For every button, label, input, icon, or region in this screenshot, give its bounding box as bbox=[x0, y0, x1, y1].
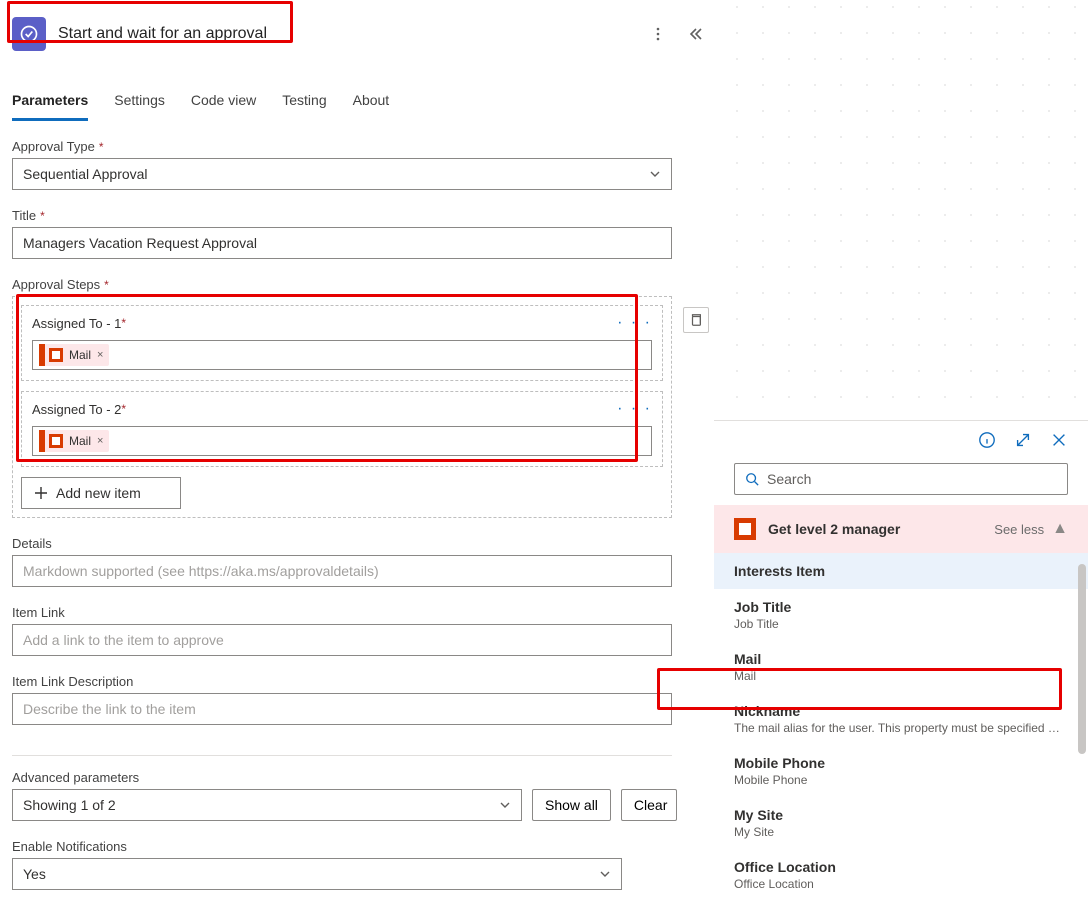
dynamic-item-job-title[interactable]: Job Title Job Title bbox=[714, 589, 1088, 641]
approval-step: Assigned To - 2 * · · · Mail × bbox=[21, 391, 663, 467]
dynamic-content-popover: Search Get level 2 manager See less ▲ In… bbox=[714, 420, 1088, 917]
dynamic-item-desc: Mail bbox=[734, 669, 1068, 683]
dynamic-item-desc: My Site bbox=[734, 825, 1068, 839]
details-input[interactable]: Markdown supported (see https://aka.ms/a… bbox=[12, 555, 672, 587]
assigned-to-input[interactable]: Mail × bbox=[32, 340, 652, 370]
expand-icon[interactable] bbox=[1014, 431, 1032, 449]
caret-up-icon: ▲ bbox=[1052, 520, 1068, 538]
dynamic-item-my-site[interactable]: My Site My Site bbox=[714, 797, 1088, 849]
approval-type-value: Sequential Approval bbox=[23, 166, 148, 182]
office-icon bbox=[49, 348, 63, 362]
chevron-down-icon bbox=[499, 799, 511, 811]
details-placeholder: Markdown supported (see https://aka.ms/a… bbox=[23, 563, 379, 579]
approval-steps-label: Approval Steps bbox=[12, 277, 100, 292]
item-link-desc-input[interactable]: Describe the link to the item bbox=[12, 693, 672, 725]
item-link-input[interactable]: Add a link to the item to approve bbox=[12, 624, 672, 656]
enable-notifications-select[interactable]: Yes bbox=[12, 858, 622, 890]
tab-testing[interactable]: Testing bbox=[282, 86, 326, 121]
step-label: Assigned To - 2 bbox=[32, 402, 121, 417]
info-icon[interactable] bbox=[978, 431, 996, 449]
action-icon bbox=[12, 17, 46, 51]
assigned-to-input[interactable]: Mail × bbox=[32, 426, 652, 456]
dynamic-item-name: Job Title bbox=[734, 599, 1068, 615]
enable-notifications-value: Yes bbox=[23, 866, 46, 882]
tab-code-view[interactable]: Code view bbox=[191, 86, 256, 121]
remove-token-icon[interactable]: × bbox=[97, 435, 103, 447]
collapse-icon[interactable] bbox=[686, 26, 702, 42]
approval-type-label: Approval Type bbox=[12, 139, 95, 154]
step-more-icon[interactable]: · · · bbox=[617, 314, 652, 332]
dynamic-item-name: Office Location bbox=[734, 859, 1068, 875]
dynamic-item-desc: Job Title bbox=[734, 617, 1068, 631]
office-icon bbox=[49, 434, 63, 448]
dynamic-group-header[interactable]: Get level 2 manager See less ▲ bbox=[714, 505, 1088, 553]
advanced-summary-value: Showing 1 of 2 bbox=[23, 797, 116, 813]
title-label: Title bbox=[12, 208, 36, 223]
dynamic-item-name: Mobile Phone bbox=[734, 755, 1068, 771]
required-marker: * bbox=[99, 140, 104, 154]
add-new-item-button[interactable]: Add new item bbox=[21, 477, 181, 509]
divider bbox=[12, 755, 672, 756]
more-icon[interactable] bbox=[650, 26, 666, 42]
tab-settings[interactable]: Settings bbox=[114, 86, 165, 121]
item-link-desc-label: Item Link Description bbox=[12, 674, 133, 689]
dynamic-group-title: Get level 2 manager bbox=[768, 521, 900, 537]
dynamic-item-interests-item[interactable]: Interests Item bbox=[714, 553, 1088, 589]
dynamic-item-desc: Mobile Phone bbox=[734, 773, 1068, 787]
scrollbar[interactable] bbox=[1078, 564, 1086, 754]
remove-token-icon[interactable]: × bbox=[97, 349, 103, 361]
item-link-label: Item Link bbox=[12, 605, 65, 620]
advanced-summary-select[interactable]: Showing 1 of 2 bbox=[12, 789, 522, 821]
dynamic-item-mobile-phone[interactable]: Mobile Phone Mobile Phone bbox=[714, 745, 1088, 797]
chevron-down-icon bbox=[599, 868, 611, 880]
dynamic-item-name: Mail bbox=[734, 651, 1068, 667]
item-link-placeholder: Add a link to the item to approve bbox=[23, 632, 224, 648]
add-new-item-label: Add new item bbox=[56, 485, 141, 501]
title-value: Managers Vacation Request Approval bbox=[23, 235, 257, 251]
dynamic-item-desc: The mail alias for the user. This proper… bbox=[734, 721, 1068, 735]
required-marker: * bbox=[104, 278, 109, 292]
enable-notifications-label: Enable Notifications bbox=[12, 839, 127, 854]
token-label: Mail bbox=[69, 348, 91, 362]
chevron-down-icon bbox=[649, 168, 661, 180]
show-all-button[interactable]: Show all bbox=[532, 789, 611, 821]
close-icon[interactable] bbox=[1050, 431, 1068, 449]
step-label: Assigned To - 1 bbox=[32, 316, 121, 331]
title-input[interactable]: Managers Vacation Request Approval bbox=[12, 227, 672, 259]
dynamic-item-office-location[interactable]: Office Location Office Location bbox=[714, 849, 1088, 901]
required-marker: * bbox=[40, 209, 45, 223]
clear-button[interactable]: Clear bbox=[621, 789, 677, 821]
token-label: Mail bbox=[69, 434, 91, 448]
approval-type-select[interactable]: Sequential Approval bbox=[12, 158, 672, 190]
details-label: Details bbox=[12, 536, 52, 551]
dynamic-token[interactable]: Mail × bbox=[39, 430, 109, 452]
see-less-link[interactable]: See less bbox=[994, 522, 1044, 537]
required-marker: * bbox=[121, 402, 126, 416]
required-marker: * bbox=[121, 316, 126, 330]
action-title: Start and wait for an approval bbox=[58, 25, 267, 43]
search-input[interactable]: Search bbox=[734, 463, 1068, 495]
dynamic-item-name: My Site bbox=[734, 807, 1068, 823]
tab-parameters[interactable]: Parameters bbox=[12, 86, 88, 121]
step-more-icon[interactable]: · · · bbox=[617, 400, 652, 418]
copy-step-button[interactable] bbox=[683, 307, 709, 333]
search-placeholder: Search bbox=[767, 471, 811, 487]
advanced-label: Advanced parameters bbox=[12, 770, 139, 785]
dynamic-item-nickname[interactable]: Nickname The mail alias for the user. Thi… bbox=[714, 693, 1088, 745]
office-icon bbox=[734, 518, 756, 540]
dynamic-item-desc: Office Location bbox=[734, 877, 1068, 891]
dynamic-item-mail[interactable]: Mail Mail bbox=[714, 641, 1088, 693]
item-link-desc-placeholder: Describe the link to the item bbox=[23, 701, 196, 717]
dynamic-item-name: Interests Item bbox=[734, 563, 1068, 579]
tab-about[interactable]: About bbox=[353, 86, 390, 121]
search-icon bbox=[745, 472, 759, 486]
dynamic-token[interactable]: Mail × bbox=[39, 344, 109, 366]
approval-step: Assigned To - 1 * · · · Mail × bbox=[21, 305, 663, 381]
dynamic-item-name: Nickname bbox=[734, 703, 1068, 719]
